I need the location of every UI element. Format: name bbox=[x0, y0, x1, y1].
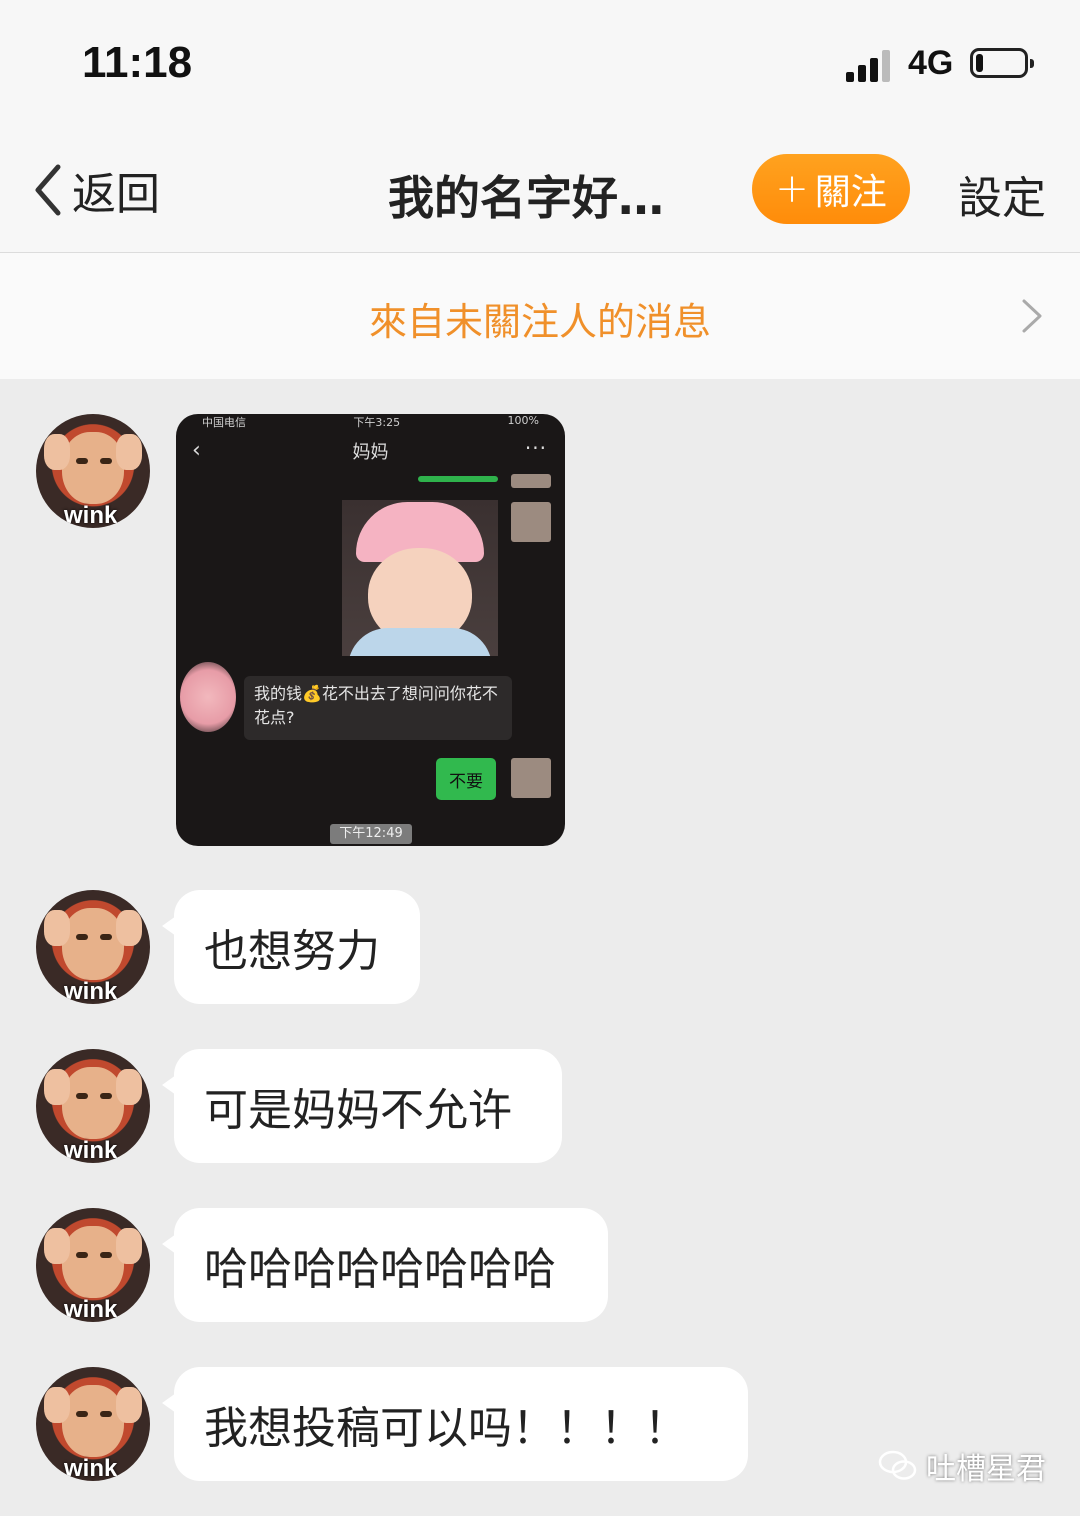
follow-button[interactable]: + 關注 bbox=[752, 154, 910, 224]
avatar-tag: wink bbox=[64, 1137, 118, 1163]
back-label: 返回 bbox=[72, 169, 160, 220]
conversation-title: 我的名字好… bbox=[388, 171, 664, 225]
avatar[interactable]: wink bbox=[36, 1208, 150, 1322]
screenshot-avatar bbox=[511, 758, 551, 798]
screenshot-green-bubble bbox=[418, 476, 498, 482]
message-bubble[interactable]: 我想投稿可以吗！！！！ bbox=[162, 1367, 748, 1481]
screenshot-title: 妈妈 bbox=[352, 442, 389, 463]
image-message[interactable]: 中国电信 下午3:25 100% ‹ 妈妈 ··· 我的钱💰花不出去了想问问你花… bbox=[176, 414, 565, 846]
watermark: 吐槽星君 bbox=[878, 1444, 1046, 1488]
screenshot-avatar bbox=[511, 502, 551, 542]
wechat-icon bbox=[878, 1450, 917, 1480]
notice-text: 來自未關注人的消息 bbox=[368, 300, 711, 344]
message-bubble[interactable]: 可是妈妈不允许 bbox=[162, 1049, 562, 1163]
chevron-right-icon bbox=[1022, 299, 1042, 333]
status-bar: 11:18 4G bbox=[0, 0, 1080, 130]
signal-icon bbox=[846, 50, 894, 82]
screenshot-avatar bbox=[511, 474, 551, 488]
settings-button[interactable]: 設定 bbox=[958, 162, 1046, 226]
avatar-tag: wink bbox=[64, 978, 118, 1004]
chevron-left-icon bbox=[35, 164, 61, 216]
battery-level bbox=[976, 54, 983, 72]
screenshot-reply: 不要 bbox=[436, 758, 496, 800]
blurred-avatar bbox=[180, 662, 236, 732]
watermark-text: 吐槽星君 bbox=[926, 1452, 1046, 1487]
battery-icon bbox=[970, 48, 1034, 78]
screenshot-status-bar: 中国电信 下午3:25 100% bbox=[202, 414, 539, 429]
avatar-tag: wink bbox=[64, 502, 118, 528]
screenshot-child-photo bbox=[342, 500, 498, 656]
avatar[interactable]: wink bbox=[36, 890, 150, 1004]
chat-area: wink 中国电信 下午3:25 100% ‹ 妈妈 ··· 我的钱💰花不出去了… bbox=[0, 380, 1080, 1516]
message-bubble[interactable]: 哈哈哈哈哈哈哈哈 bbox=[162, 1208, 608, 1322]
follow-label: 關注 bbox=[814, 172, 887, 213]
plus-icon: + bbox=[775, 166, 809, 212]
avatar-tag: wink bbox=[64, 1455, 118, 1481]
status-time: 11:18 bbox=[82, 38, 193, 87]
back-button[interactable]: 返回 bbox=[30, 158, 160, 222]
avatar-tag: wink bbox=[64, 1296, 118, 1322]
network-type: 4G bbox=[908, 44, 954, 82]
screenshot-quoted-message: 我的钱💰花不出去了想问问你花不花点? bbox=[244, 676, 512, 740]
message-bubble[interactable]: 也想努力 bbox=[162, 890, 420, 1004]
avatar[interactable]: wink bbox=[36, 1049, 150, 1163]
stranger-messages-notice[interactable]: 來自未關注人的消息 bbox=[0, 253, 1080, 379]
nav-bar: 返回 我的名字好… + 關注 設定 bbox=[0, 130, 1080, 253]
screenshot-timestamp: 下午12:49 bbox=[330, 824, 412, 844]
avatar[interactable]: wink bbox=[36, 1367, 150, 1481]
screenshot-more-icon: ··· bbox=[524, 436, 547, 460]
avatar[interactable]: wink bbox=[36, 414, 150, 528]
